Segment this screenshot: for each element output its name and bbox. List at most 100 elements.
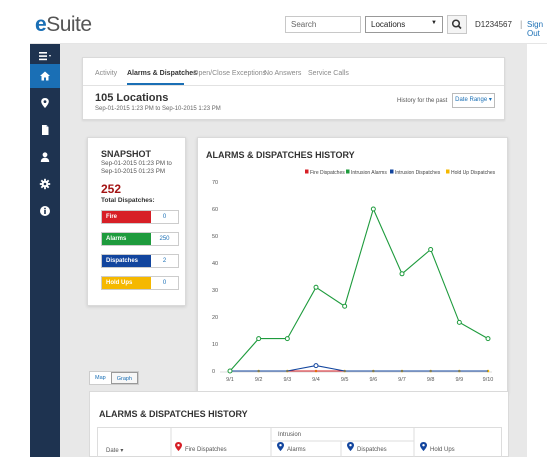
page-gutter: [527, 44, 547, 457]
x-tick-label: 9/4: [312, 377, 320, 383]
left-sidebar: [30, 44, 60, 457]
y-tick-label: 10: [212, 342, 218, 348]
tab-activity[interactable]: Activity: [95, 70, 117, 77]
x-tick-label: 9/1: [226, 377, 234, 383]
series-line: [230, 365, 488, 372]
snapshot-row-label: Hold Ups: [102, 277, 151, 289]
history-table-title: ALARMS & DISPATCHES HISTORY: [99, 409, 248, 419]
table-group-header-intrusion: Intrusion: [278, 432, 302, 438]
view-option-map[interactable]: Map: [90, 372, 111, 384]
document-icon: [42, 125, 49, 135]
snapshot-row-value: 0: [162, 280, 167, 286]
legend-swatch: [305, 169, 309, 174]
header-separator: |: [520, 19, 523, 29]
snapshot-card: SNAPSHOT Sep-01-2015 01:23 PM to Sep-10-…: [87, 137, 186, 306]
location-select-value: Locations: [371, 20, 406, 29]
snapshot-date-range: Sep-01-2015 01:23 PM to Sep-10-2015 01:2…: [101, 160, 172, 175]
history-label: History for the past: [397, 98, 448, 104]
esuite-logo[interactable]: eSuite: [35, 13, 92, 37]
legend-swatch: [390, 169, 394, 174]
locations-count: 105 Locations: [95, 92, 169, 104]
table-header-fire-dispatches[interactable]: Fire Dispatches: [185, 447, 227, 453]
x-tick-label: 9/7: [398, 377, 406, 383]
data-point: [370, 206, 376, 212]
series-line: [229, 207, 489, 372]
table-header-date[interactable]: Date ▾: [106, 447, 123, 454]
data-point: [227, 368, 233, 374]
x-tick-label: 9/9: [456, 377, 464, 383]
tab-alarms-dispatches[interactable]: Alarms & Dispatches: [127, 70, 197, 77]
table-header-alarms[interactable]: Alarms: [287, 447, 306, 453]
snapshot-row-label: Dispatches: [102, 255, 151, 267]
info-icon: [40, 206, 50, 216]
data-point: [284, 336, 290, 342]
location-select[interactable]: Locations ▼: [365, 16, 443, 33]
x-tick-label: 9/8: [427, 377, 435, 383]
x-tick-label: 9/2: [255, 377, 263, 383]
esuite-page: eSuite Search Locations ▼ D1234567 | Sig…: [0, 0, 547, 457]
y-tick-label: 40: [212, 261, 218, 267]
history-line-chart: 0 10 20 30 40 50 60 70 9/1 9/2 9/3 9/4 9/5 9/6 9/7 9/8 9…: [212, 169, 496, 383]
history-table: Intrusion Date ▾ Fire Dispatches Alarms …: [97, 427, 502, 457]
sign-out-link[interactable]: Sign Out: [527, 20, 547, 38]
home-icon: [40, 71, 50, 81]
legend-label: Intrusion Alarms: [351, 170, 387, 176]
locations-date-range: Sep-01-2015 1:23 PM to Sep-10-2015 1:23 …: [95, 106, 221, 112]
data-point: [342, 303, 348, 309]
sidebar-item-settings[interactable]: [30, 172, 60, 196]
hold-ups-pin-icon: [420, 442, 427, 451]
y-tick-label: 70: [212, 180, 218, 186]
alarms-pin-icon: [277, 442, 284, 451]
view-option-graph[interactable]: Graph: [110, 372, 138, 384]
data-point: [428, 247, 434, 252]
y-tick-label: 60: [212, 207, 218, 213]
tab-service-calls[interactable]: Service Calls: [308, 70, 349, 77]
chevron-down-icon: ▼: [431, 20, 437, 26]
tab-no-answers[interactable]: No Answers: [264, 70, 301, 77]
y-tick-label: 30: [212, 288, 218, 294]
menu-icon: [39, 52, 51, 61]
data-point: [313, 363, 319, 369]
snapshot-row-label: Fire: [102, 211, 151, 223]
history-table-card: ALARMS & DISPATCHES HISTORY Intrusion Da…: [89, 391, 509, 457]
search-input[interactable]: Search: [285, 16, 361, 33]
tabs-panel: Activity Alarms & Dispatches Open/Close …: [82, 57, 505, 120]
data-point: [399, 271, 405, 277]
sidebar-item-home[interactable]: [30, 64, 60, 88]
sidebar-item-reports[interactable]: [30, 118, 60, 142]
snapshot-row-alarms[interactable]: Alarms 250: [101, 232, 179, 246]
data-point: [256, 336, 262, 342]
snapshot-row-value: 2: [162, 258, 167, 264]
snapshot-row-value: 0: [162, 214, 167, 220]
snapshot-row-label: Alarms: [102, 233, 151, 245]
snapshot-row-value: 250: [159, 236, 170, 242]
x-tick-label: 9/5: [341, 377, 349, 383]
fire-pin-icon: [175, 442, 182, 451]
x-tick-label: 9/10: [483, 377, 494, 383]
legend-label: Intrusion Dispatches: [395, 170, 441, 176]
date-range-button[interactable]: Date Range ▾: [452, 93, 495, 108]
tabs-divider: [83, 85, 504, 86]
legend-swatch: [346, 169, 350, 174]
table-header-hold-ups[interactable]: Hold Ups: [430, 447, 455, 453]
active-tab-indicator: [127, 83, 184, 85]
sidebar-item-users[interactable]: [30, 145, 60, 169]
legend-label: Fire Dispatches: [310, 170, 345, 176]
dispatches-pin-icon: [347, 442, 354, 451]
y-tick-label: 20: [212, 315, 218, 321]
snapshot-row-fire[interactable]: Fire 0: [101, 210, 179, 224]
snapshot-row-hold-ups[interactable]: Hold Ups 0: [101, 276, 179, 290]
account-id: D1234567: [475, 20, 512, 29]
sidebar-item-locations[interactable]: [30, 91, 60, 115]
snapshot-total: 252: [101, 182, 122, 196]
top-header: eSuite Search Locations ▼ D1234567 | Sig…: [30, 0, 547, 44]
tab-open-close-exceptions[interactable]: Open/Close Exceptions: [193, 70, 266, 77]
search-icon: [451, 19, 462, 30]
table-header-dispatches[interactable]: Dispatches: [357, 447, 387, 453]
x-tick-label: 9/6: [370, 377, 378, 383]
history-chart-card: ALARMS & DISPATCHES HISTORY 0 10 20 30 40 50 6…: [197, 137, 508, 394]
snapshot-total-label: Total Dispatches:: [101, 197, 155, 204]
search-button[interactable]: [447, 15, 467, 34]
snapshot-row-dispatches[interactable]: Dispatches 2: [101, 254, 179, 268]
sidebar-item-info[interactable]: [30, 199, 60, 223]
